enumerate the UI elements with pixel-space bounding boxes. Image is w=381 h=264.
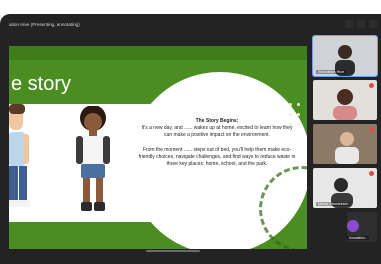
screen: ation Hive (Presenting, annotating) e st… xyxy=(0,0,381,264)
slide-scroll-indicator[interactable] xyxy=(146,250,200,252)
minimize-icon[interactable] xyxy=(345,20,353,28)
participant-name: Innovation... xyxy=(347,236,370,240)
participant-name: Monia Sfondrinich xyxy=(316,202,351,206)
participant-tile[interactable]: Monia Sfondrinich xyxy=(313,168,377,208)
participant-tile[interactable]: Innovation... xyxy=(347,212,377,242)
close-icon[interactable] xyxy=(369,20,377,28)
window-title: ation Hive (Presenting, annotating) xyxy=(9,22,80,27)
story-text: The Story Begins: It's a new day, and ..… xyxy=(137,118,297,175)
muted-mic-icon xyxy=(369,83,374,88)
participant-name: Innovation Hive xyxy=(316,70,347,74)
character-boy-illustration xyxy=(9,104,30,207)
meeting-window: ation Hive (Presenting, annotating) e st… xyxy=(0,14,381,264)
participant-video xyxy=(313,80,377,120)
character-girl-illustration xyxy=(76,106,110,211)
muted-mic-icon xyxy=(369,171,374,176)
maximize-icon[interactable] xyxy=(357,20,365,28)
story-paragraph-2: From the moment ...... steps out of bed,… xyxy=(138,146,296,168)
participant-tile[interactable]: Innovation Hive xyxy=(313,36,377,76)
story-heading: The Story Begins: xyxy=(195,118,239,124)
participants-panel: Innovation Hive Monia Sfondrinich Innova… xyxy=(313,36,377,264)
participant-tile[interactable] xyxy=(313,80,377,120)
story-paragraph-1: It's a new day, and ...... wakes up at h… xyxy=(141,125,293,139)
shared-slide: e story The Story Begins: It's a new day… xyxy=(9,46,307,249)
slide-header-band xyxy=(9,46,307,60)
participant-tile[interactable] xyxy=(313,124,377,164)
participant-video xyxy=(313,124,377,164)
muted-mic-icon xyxy=(369,127,374,132)
title-bar: ation Hive (Presenting, annotating) xyxy=(0,14,381,36)
slide-title: e story xyxy=(11,73,72,95)
